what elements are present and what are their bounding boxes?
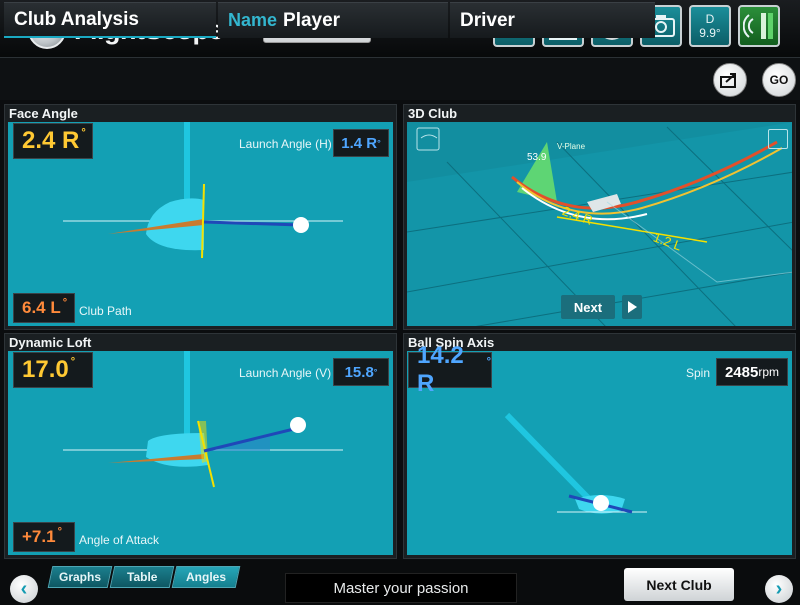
- club-path-label: Club Path: [79, 304, 132, 318]
- launch-angle-v-value: 15.8 °: [333, 358, 389, 386]
- v-plane-label: V-Plane: [557, 142, 586, 151]
- name-prefix-label: Name: [228, 10, 278, 30]
- face-angle-panel: Face Angle 2.4 R ° Launch Angle (H) 1.4 R…: [4, 104, 397, 330]
- play-arrow-icon: [628, 301, 637, 313]
- spin-value: 2485: [724, 363, 759, 381]
- spin-label: Spin: [686, 366, 711, 380]
- launch-angle-h-label: Launch Angle (H): [239, 137, 332, 151]
- chevron-left-icon: ‹: [20, 577, 28, 600]
- tab-player[interactable]: Name Player: [218, 2, 448, 38]
- club-loft-readout: 53.9: [527, 152, 547, 163]
- player-name: Player: [283, 9, 341, 31]
- forward-button[interactable]: ›: [765, 575, 793, 603]
- aoa-value-box: +7.1 °: [13, 522, 75, 552]
- next-club-button[interactable]: Next Club: [624, 568, 734, 601]
- tab-table-label: Table: [126, 570, 158, 584]
- face-angle-value-box: 2.4 R °: [13, 123, 93, 159]
- tab-graphs[interactable]: Graphs: [47, 566, 113, 588]
- launch-angle-v-text: 15.8: [344, 363, 374, 381]
- tab-angles-label: Angles: [185, 570, 226, 584]
- share-icon: [720, 73, 736, 88]
- club-3d-panel: 3D Club 53.9 V-Plane 2.4 R 1.2 L Next: [403, 104, 796, 330]
- session-tabs-bar: [0, 58, 800, 100]
- tab-club-analysis[interactable]: Club Analysis: [4, 2, 216, 38]
- expand-view-icon[interactable]: [768, 129, 788, 149]
- club-path-value: 6.4 L: [22, 298, 61, 317]
- go-button[interactable]: GO: [762, 63, 796, 97]
- tab-table[interactable]: Table: [109, 566, 175, 588]
- dynamic-loft-panel: Dynamic Loft 17.0 ° Launch Angle (V) 15.8…: [4, 333, 397, 559]
- distance-mode-button[interactable]: D 9.9°: [689, 5, 731, 47]
- slogan-text: Master your passion: [285, 573, 517, 603]
- club-3d-title: 3D Club: [408, 106, 458, 121]
- spin-axis-panel: Ball Spin Axis 14.2 R ° Spin 2485 rpm: [403, 333, 796, 559]
- spin-value-box: 2485 rpm: [716, 358, 788, 386]
- tab-club[interactable]: Driver: [450, 2, 655, 38]
- spin-axis-value-box: 14.2 R °: [408, 342, 492, 397]
- launch-angle-h-value: 1.4 R °: [333, 129, 389, 157]
- face-angle-title: Face Angle: [9, 106, 78, 121]
- aoa-value: +7.1: [22, 527, 56, 546]
- spin-unit: rpm: [758, 365, 780, 379]
- distance-mode: D: [705, 12, 715, 26]
- distance-value: 9.9°: [699, 26, 721, 40]
- previous-button[interactable]: ‹: [10, 575, 38, 603]
- tab-angles[interactable]: Angles: [171, 566, 241, 588]
- club-path-value-box: 6.4 L °: [13, 293, 75, 323]
- dynamic-loft-title: Dynamic Loft: [9, 335, 92, 350]
- share-button[interactable]: [713, 63, 747, 97]
- club-name: Driver: [460, 9, 515, 31]
- launch-angle-v-label: Launch Angle (V): [239, 366, 332, 380]
- radar-signal-icon: [743, 13, 773, 39]
- tab-club-analysis-label: Club Analysis: [14, 8, 139, 30]
- dynamic-loft-value-box: 17.0 °: [13, 352, 93, 388]
- chevron-right-icon: ›: [775, 577, 783, 600]
- launch-angle-h-text: 1.4 R: [341, 134, 378, 152]
- radar-status-button[interactable]: [738, 5, 780, 47]
- face-angle-value: 2.4 R: [22, 127, 80, 154]
- spin-axis-value: 14.2 R: [417, 342, 464, 397]
- tab-graphs-label: Graphs: [58, 570, 101, 584]
- next-view-button[interactable]: Next: [561, 295, 615, 319]
- dynamic-loft-value: 17.0: [22, 356, 69, 383]
- aoa-label: Angle of Attack: [79, 533, 160, 547]
- next-arrow-button[interactable]: [622, 295, 642, 319]
